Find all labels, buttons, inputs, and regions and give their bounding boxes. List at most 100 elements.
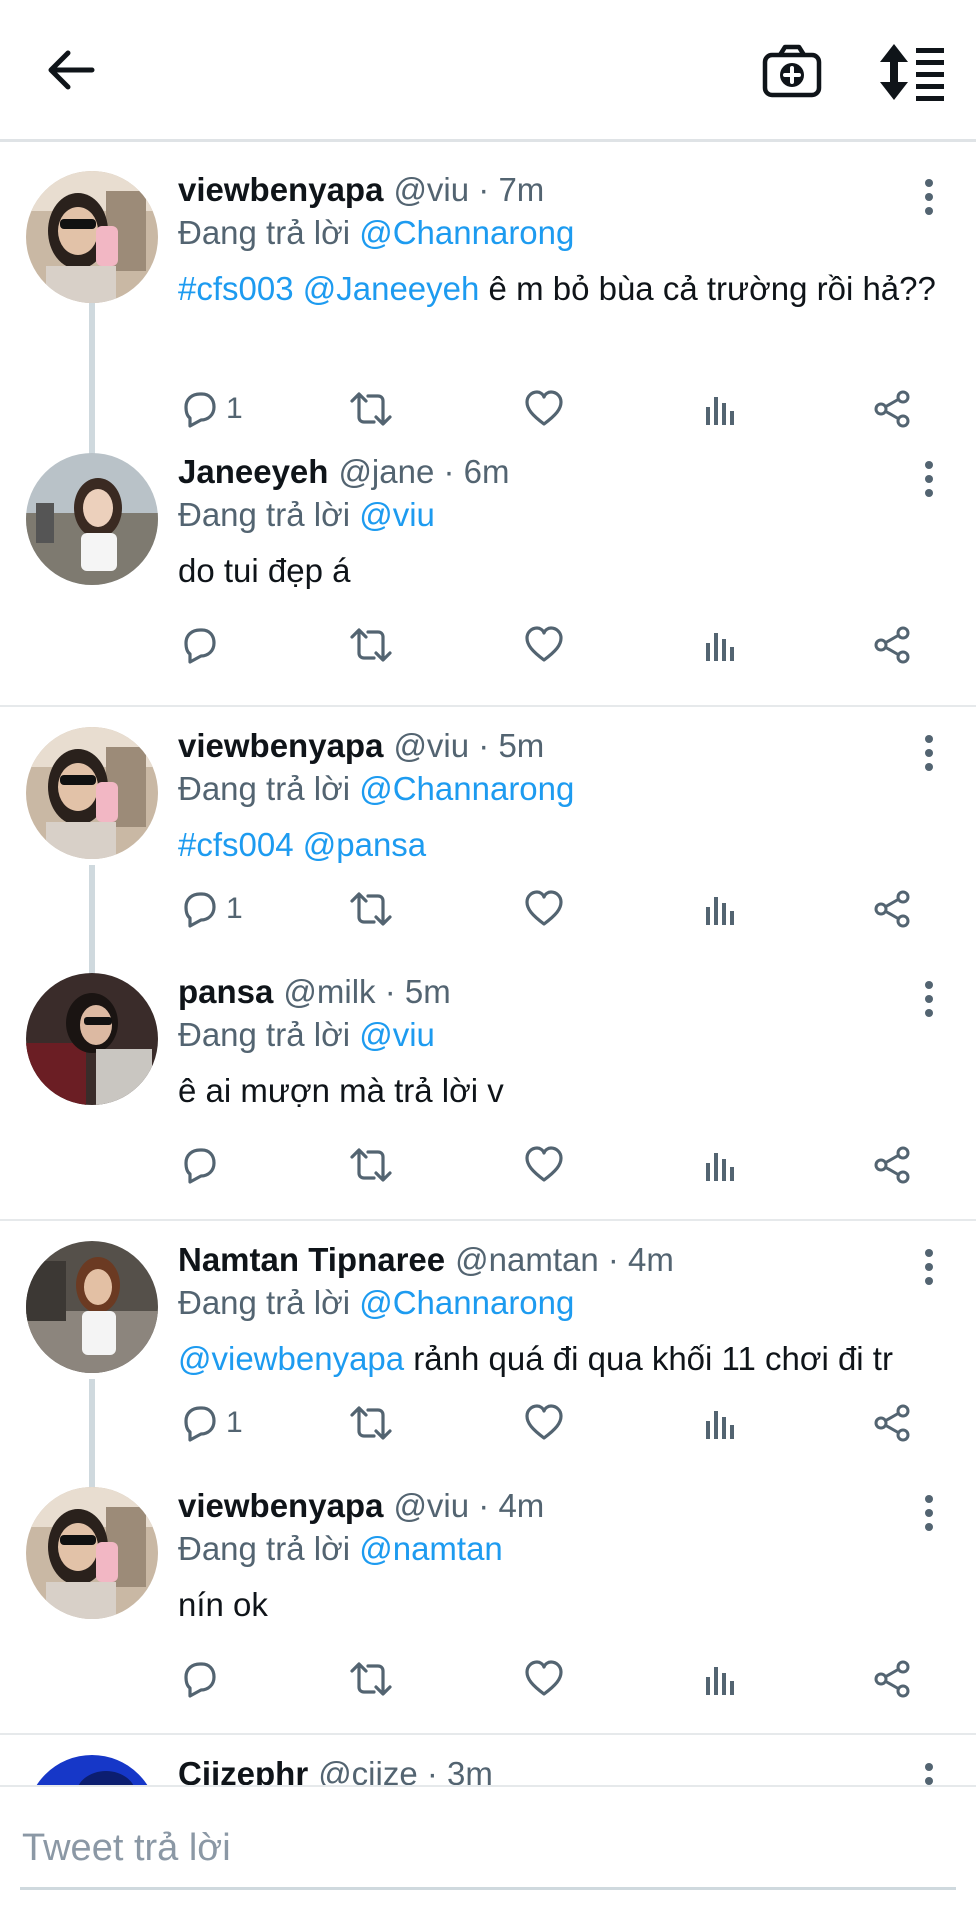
tweet-text: @viewbenyapa rảnh quá đi qua khối 11 chơ…	[178, 1337, 946, 1381]
share-button[interactable]	[872, 385, 912, 433]
analytics-button[interactable]	[700, 1141, 740, 1189]
retweet-button[interactable]	[348, 1399, 394, 1447]
like-button[interactable]	[524, 1141, 564, 1189]
tweet-header: Janeeyeh @jane · 6m	[178, 451, 946, 493]
more-vertical-icon[interactable]	[922, 1493, 936, 1533]
replying-to-mention[interactable]: @Channarong	[359, 770, 574, 807]
tweet-text: ê ai mượn mà trả lời v	[178, 1069, 946, 1113]
share-button[interactable]	[872, 1399, 912, 1447]
more-vertical-icon[interactable]	[922, 177, 936, 217]
replying-to: Đang trả lời @viu	[178, 1013, 946, 1057]
reply-button[interactable]	[178, 1141, 226, 1189]
tweet[interactable]: Janeeyeh @jane · 6m Đang trả lời @viu do …	[0, 443, 976, 707]
tweet-header: Cijzephr @cijze · 3m	[178, 1753, 946, 1785]
more-vertical-icon[interactable]	[922, 459, 936, 499]
replying-prefix: Đang trả lời	[178, 770, 351, 807]
more-vertical-icon[interactable]	[922, 1761, 936, 1785]
tweet-header: viewbenyapa @viu · 7m	[178, 169, 946, 211]
like-button[interactable]	[524, 385, 564, 433]
more-vertical-icon[interactable]	[922, 733, 936, 773]
reply-tweet-input[interactable]	[22, 1813, 952, 1883]
camera-plus-icon[interactable]	[760, 40, 824, 104]
reply-count: 1	[226, 392, 243, 425]
more-vertical-icon[interactable]	[922, 979, 936, 1019]
reply-button[interactable]: 1	[178, 1399, 243, 1447]
display-name[interactable]: Cijzephr	[178, 1755, 308, 1785]
retweet-button[interactable]	[348, 1141, 394, 1189]
retweet-icon	[350, 1148, 392, 1182]
avatar[interactable]	[26, 1755, 158, 1785]
retweet-button[interactable]	[348, 621, 394, 669]
like-button[interactable]	[524, 1399, 564, 1447]
back-arrow-icon[interactable]	[40, 40, 100, 100]
replying-to-mention[interactable]: @namtan	[359, 1530, 503, 1567]
tweet[interactable]: pansa @milk · 5m Đang trả lời @viu ê ai m…	[0, 963, 976, 1219]
avatar[interactable]	[26, 171, 158, 303]
replying-prefix: Đang trả lời	[178, 214, 351, 251]
share-icon	[874, 890, 910, 928]
tweet[interactable]: viewbenyapa @viu · 7m Đang trả lời @Chann…	[0, 145, 976, 443]
avatar[interactable]	[26, 973, 158, 1105]
tweet-content: viewbenyapa @viu · 7m Đang trả lời @Chann…	[178, 169, 946, 311]
share-button[interactable]	[872, 885, 912, 933]
like-button[interactable]	[524, 1655, 564, 1703]
reply-button[interactable]: 1	[178, 385, 243, 433]
like-button[interactable]	[524, 885, 564, 933]
avatar[interactable]	[26, 1241, 158, 1373]
replying-to-mention[interactable]: @Channarong	[359, 1284, 574, 1321]
replying-to-mention[interactable]: @Channarong	[359, 214, 574, 251]
analytics-button[interactable]	[700, 1399, 740, 1447]
share-icon	[874, 626, 910, 664]
reply-button[interactable]	[178, 1655, 226, 1703]
share-icon	[874, 1660, 910, 1698]
display-name[interactable]: viewbenyapa	[178, 1487, 383, 1524]
display-name[interactable]: Namtan Tipnaree	[178, 1241, 445, 1278]
tweet-text: #cfs003 @Janeeyeh ê m bỏ bùa cả trường r…	[178, 267, 946, 311]
analytics-button[interactable]	[700, 621, 740, 669]
handle-time: @milk · 5m	[283, 973, 451, 1010]
retweet-icon	[350, 628, 392, 662]
replying-to: Đang trả lời @Channarong	[178, 767, 946, 811]
reply-button[interactable]	[178, 621, 226, 669]
replying-to-mention[interactable]: @viu	[359, 496, 435, 533]
sort-list-icon[interactable]	[878, 40, 950, 104]
tweet-actions	[178, 1141, 946, 1189]
retweet-button[interactable]	[348, 1655, 394, 1703]
tweet[interactable]: Cijzephr @cijze · 3m	[0, 1735, 976, 1785]
tweet-mentions[interactable]: @viewbenyapa	[178, 1340, 404, 1377]
tweet[interactable]: viewbenyapa @viu · 4m Đang trả lời @namta…	[0, 1477, 976, 1733]
analytics-button[interactable]	[700, 385, 740, 433]
more-vertical-icon[interactable]	[922, 1247, 936, 1287]
display-name[interactable]: viewbenyapa	[178, 171, 383, 208]
analytics-button[interactable]	[700, 885, 740, 933]
share-button[interactable]	[872, 621, 912, 669]
input-underline	[20, 1887, 956, 1890]
display-name[interactable]: Janeeyeh	[178, 453, 328, 490]
top-app-bar	[0, 0, 976, 142]
retweet-button[interactable]	[348, 885, 394, 933]
replying-to-mention[interactable]: @viu	[359, 1016, 435, 1053]
display-name[interactable]: viewbenyapa	[178, 727, 383, 764]
thread: viewbenyapa @viu · 5m Đang trả lời @Chann…	[0, 707, 976, 1221]
replying-to: Đang trả lời @namtan	[178, 1527, 946, 1571]
replying-prefix: Đang trả lời	[178, 496, 351, 533]
reply-count: 1	[226, 1406, 243, 1439]
tweet[interactable]: Namtan Tipnaree @namtan · 4m Đang trả lời…	[0, 1221, 976, 1477]
tweet-mentions[interactable]: #cfs004 @pansa	[178, 826, 426, 863]
handle-time: @viu · 7m	[393, 171, 545, 208]
tweet-content: viewbenyapa @viu · 4m Đang trả lời @namta…	[178, 1485, 946, 1627]
tweet[interactable]: viewbenyapa @viu · 5m Đang trả lời @Chann…	[0, 707, 976, 963]
retweet-button[interactable]	[348, 385, 394, 433]
avatar[interactable]	[26, 727, 158, 859]
display-name[interactable]: pansa	[178, 973, 273, 1010]
like-button[interactable]	[524, 621, 564, 669]
share-button[interactable]	[872, 1655, 912, 1703]
reply-button[interactable]: 1	[178, 885, 243, 933]
replying-prefix: Đang trả lời	[178, 1284, 351, 1321]
tweet-mentions[interactable]: #cfs003 @Janeeyeh	[178, 270, 479, 307]
share-button[interactable]	[872, 1141, 912, 1189]
analytics-icon	[706, 1667, 734, 1695]
analytics-button[interactable]	[700, 1655, 740, 1703]
avatar[interactable]	[26, 1487, 158, 1619]
avatar[interactable]	[26, 453, 158, 585]
